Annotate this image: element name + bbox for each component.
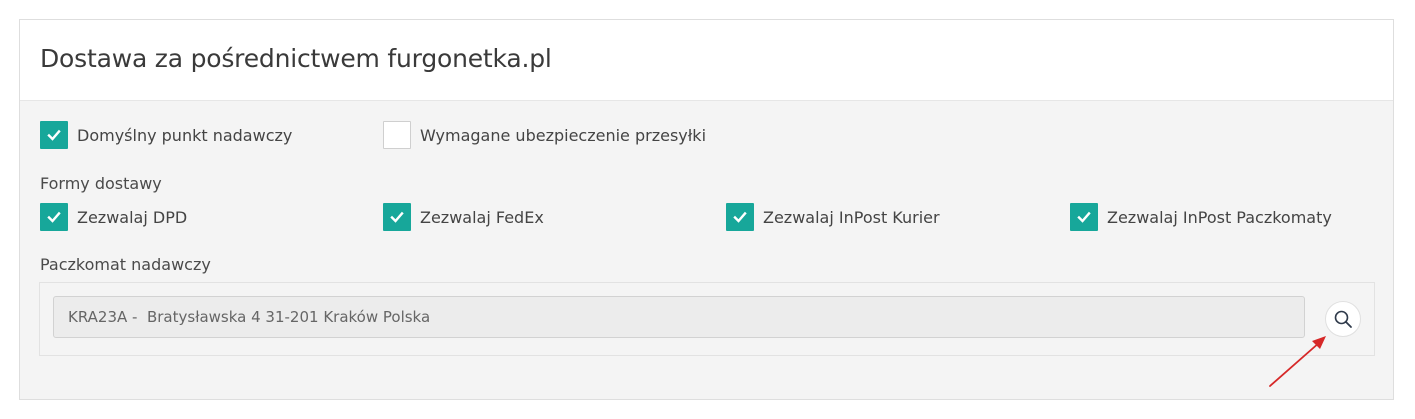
check-icon (390, 211, 404, 223)
option-label: Zezwalaj InPost Paczkomaty (1107, 207, 1332, 227)
sending-locker-box (39, 282, 1375, 356)
option-label: Zezwalaj InPost Kurier (763, 207, 940, 227)
panel-header: Dostawa za pośrednictwem furgonetka.pl (20, 20, 1393, 101)
option-default-sending-point[interactable]: Domyślny punkt nadawczy (40, 121, 292, 149)
checkbox-unchecked[interactable] (383, 121, 411, 149)
option-label: Zezwalaj FedEx (420, 207, 544, 227)
checkbox-checked[interactable] (1070, 203, 1098, 231)
option-allow-inpost-lockers[interactable]: Zezwalaj InPost Paczkomaty (1070, 203, 1332, 231)
checkbox-checked[interactable] (726, 203, 754, 231)
option-label: Wymagane ubezpieczenie przesyłki (420, 125, 707, 145)
annotation-arrow-icon (1269, 336, 1326, 387)
option-insurance-required[interactable]: Wymagane ubezpieczenie przesyłki (383, 121, 706, 149)
checkbox-checked[interactable] (40, 121, 68, 149)
check-icon (1077, 211, 1091, 223)
option-label: Zezwalaj DPD (77, 207, 188, 227)
checkbox-checked[interactable] (383, 203, 411, 231)
sending-locker-input[interactable] (53, 296, 1305, 338)
check-icon (47, 129, 61, 141)
search-icon (1334, 310, 1352, 328)
option-allow-dpd[interactable]: Zezwalaj DPD (40, 203, 187, 231)
sending-locker-label: Paczkomat nadawczy (40, 255, 211, 274)
check-icon (733, 211, 747, 223)
option-allow-fedex[interactable]: Zezwalaj FedEx (383, 203, 544, 231)
option-label: Domyślny punkt nadawczy (77, 125, 293, 145)
checkbox-checked[interactable] (40, 203, 68, 231)
option-allow-inpost-courier[interactable]: Zezwalaj InPost Kurier (726, 203, 940, 231)
delivery-forms-label: Formy dostawy (40, 174, 162, 193)
page-title: Dostawa za pośrednictwem furgonetka.pl (40, 44, 552, 73)
delivery-panel: Dostawa za pośrednictwem furgonetka.pl D… (19, 19, 1394, 400)
check-icon (47, 211, 61, 223)
